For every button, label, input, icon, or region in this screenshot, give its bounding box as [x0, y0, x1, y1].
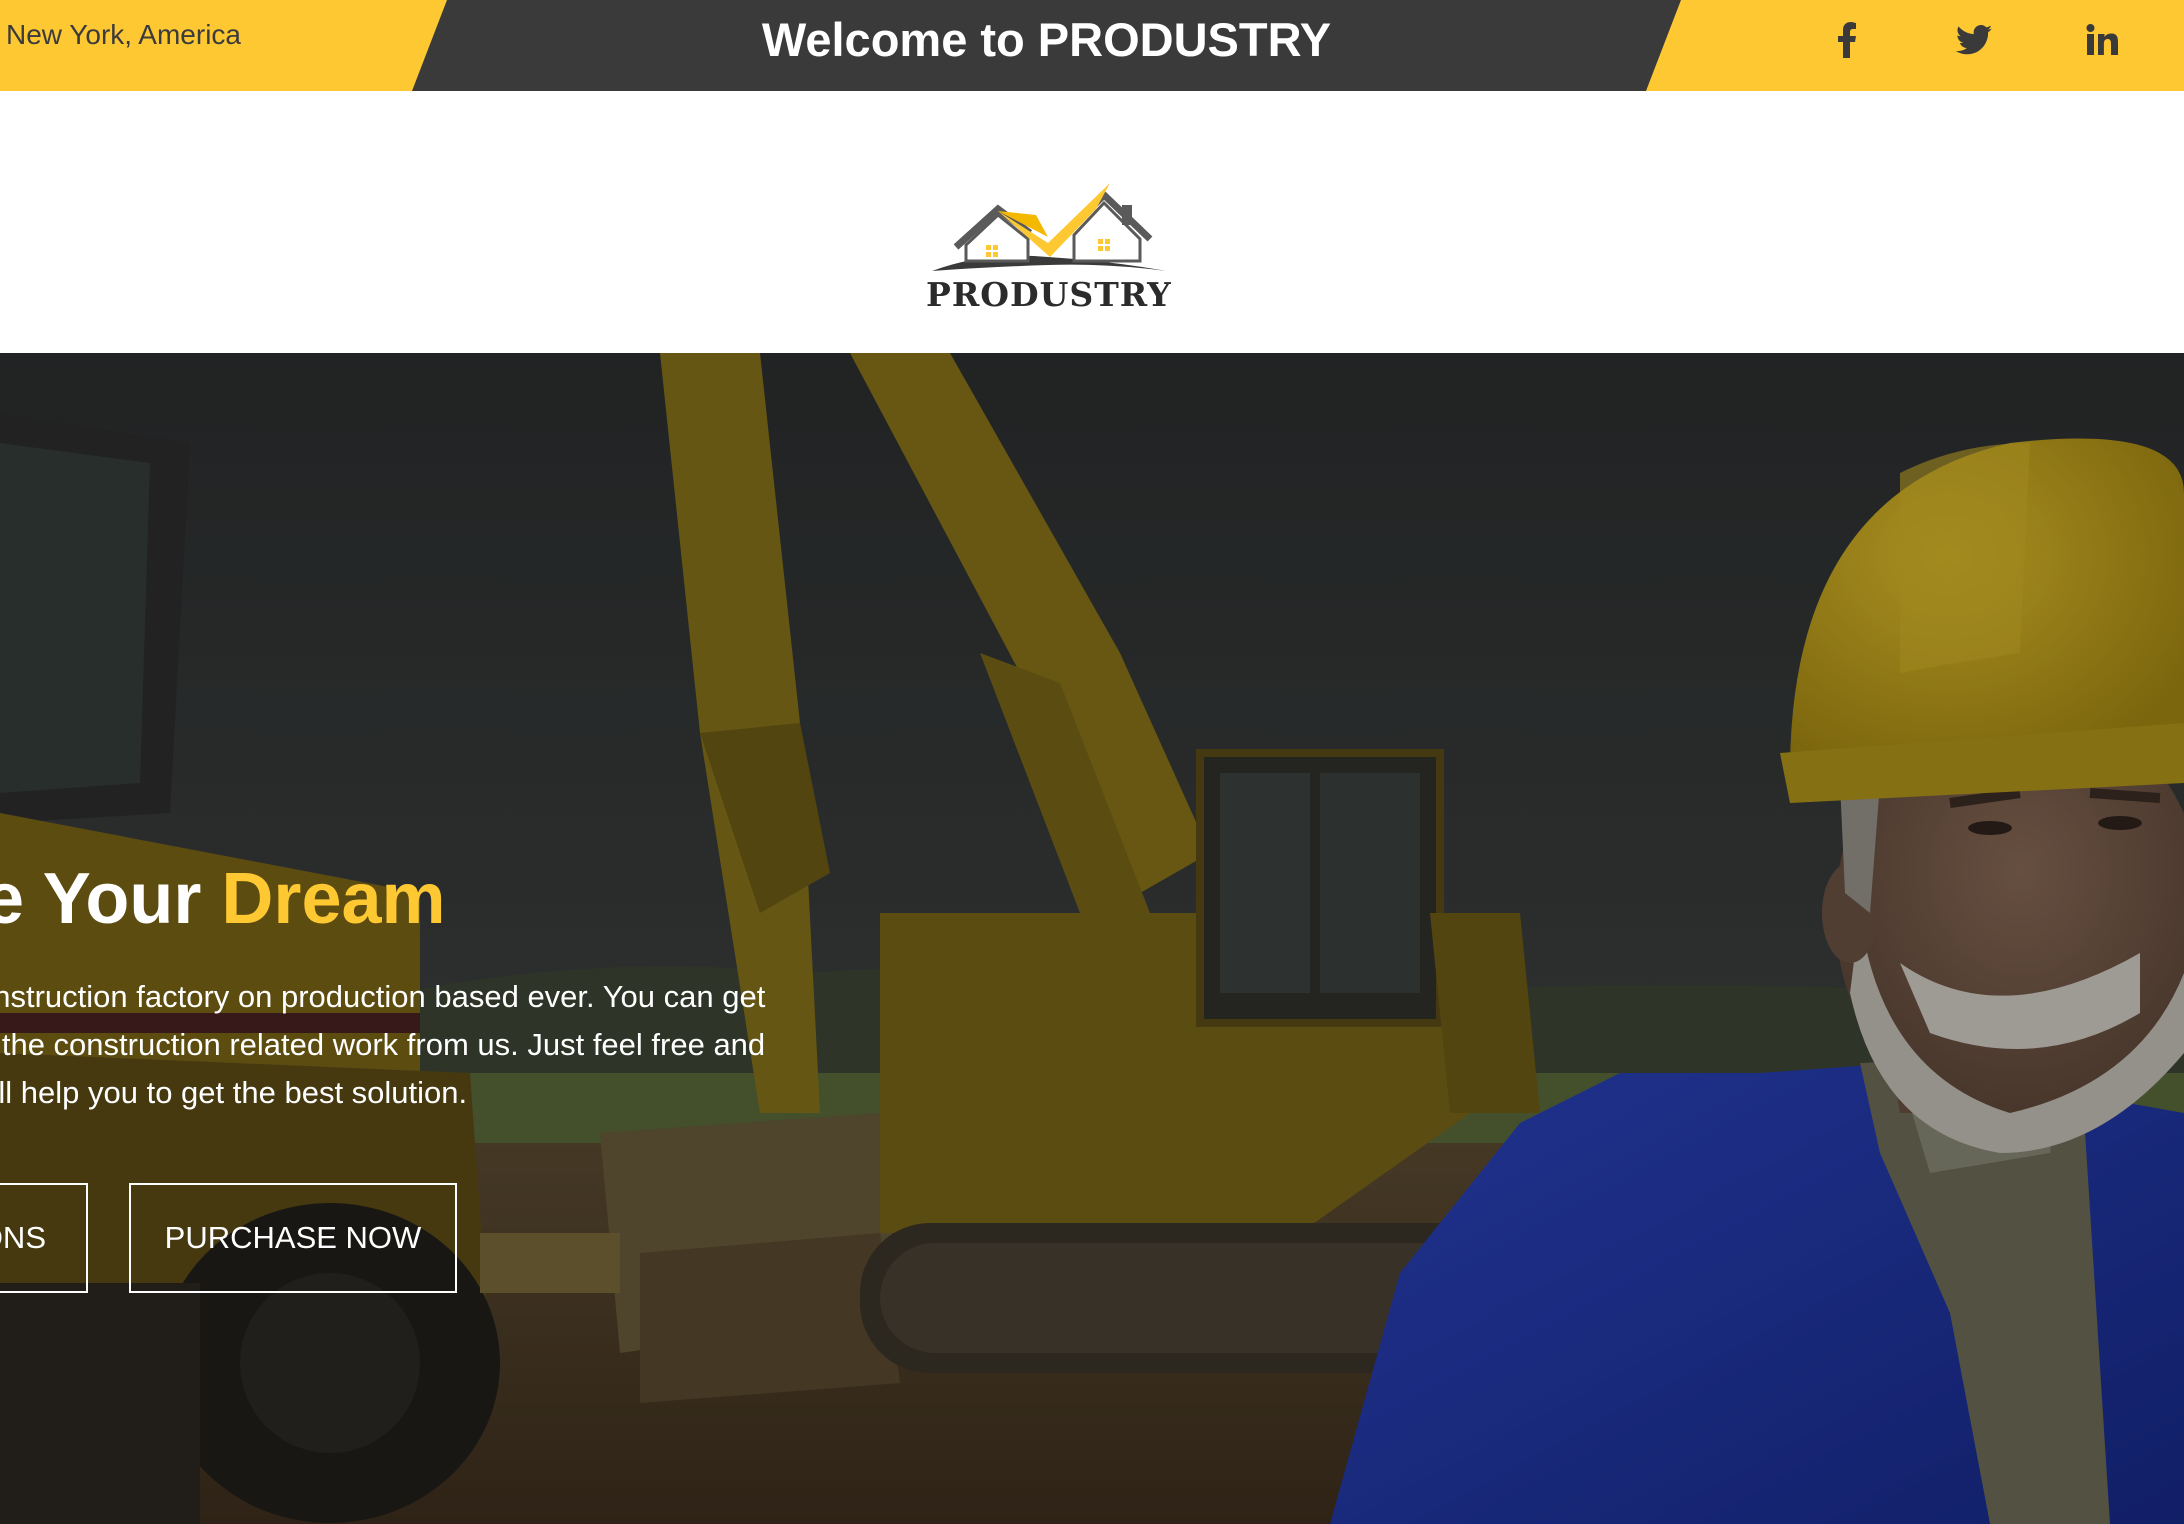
- top-bar: New York, America Welcome to PRODUSTRY: [0, 0, 2184, 91]
- hero-title: e Your Dream: [0, 856, 446, 942]
- hero-title-accent: Dream: [221, 859, 446, 939]
- hero-title-white: e Your: [0, 859, 222, 939]
- hero-banner: e Your Dream onstruction factory on prod…: [0, 353, 2184, 1524]
- linkedin-icon[interactable]: [2080, 18, 2124, 62]
- facebook-icon[interactable]: [1825, 18, 1869, 62]
- location-text: New York, America: [6, 19, 241, 50]
- services-button[interactable]: ONS: [0, 1183, 88, 1293]
- hero-text-line: vill help you to get the best solution.: [0, 1075, 468, 1110]
- hero-text-line: onstruction factory on production based …: [0, 979, 766, 1014]
- produstry-logo[interactable]: PRODUSTRY: [926, 139, 1171, 314]
- welcome-message: Welcome to PRODUSTRY: [761, 13, 1332, 66]
- purchase-now-button[interactable]: PURCHASE NOW: [129, 1183, 457, 1293]
- house-logo-icon: [932, 183, 1166, 271]
- hero-text-line: n the construction related work from us.…: [0, 1027, 766, 1062]
- logo-wordmark: PRODUSTRY: [926, 275, 1172, 314]
- site-header: PRODUSTRY: [0, 91, 2184, 353]
- hero-description: onstruction factory on production based …: [0, 973, 836, 1117]
- twitter-icon[interactable]: [1952, 18, 1996, 62]
